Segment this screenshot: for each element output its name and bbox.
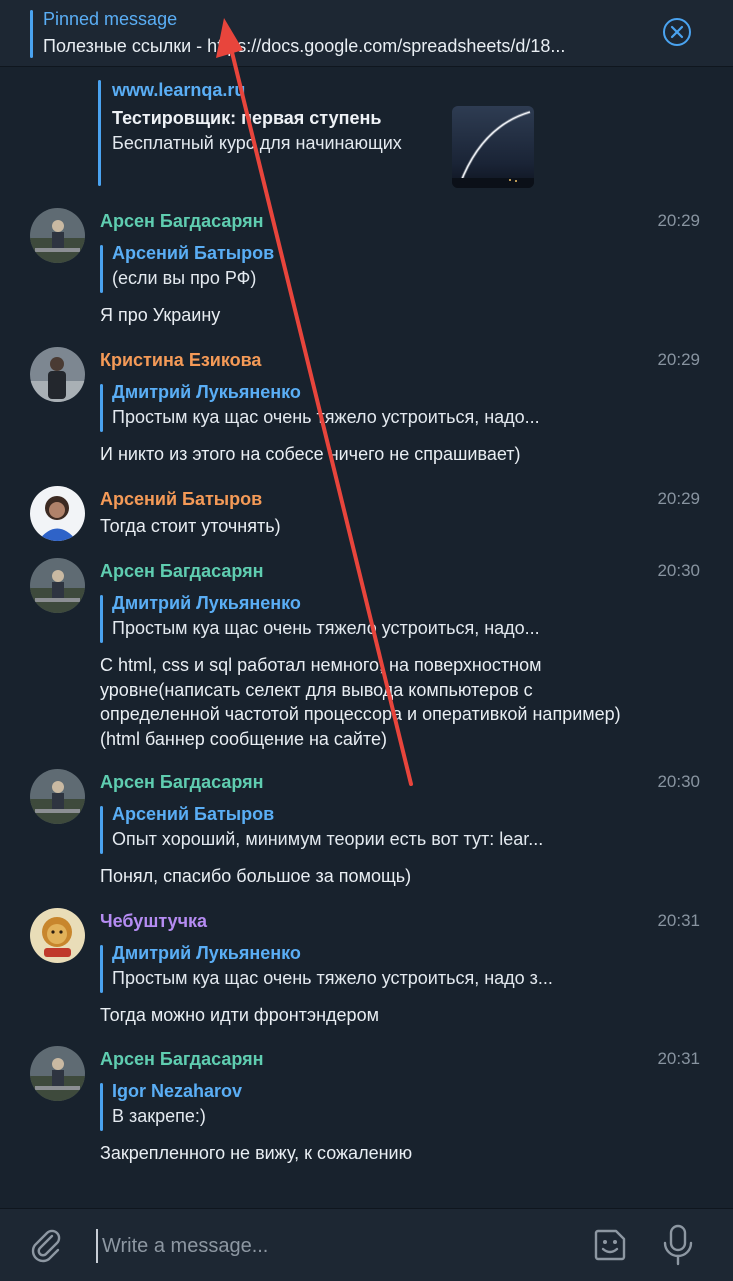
- reply-quote[interactable]: Дмитрий Лукьяненко Простым куа щас очень…: [100, 943, 610, 995]
- microphone-icon[interactable]: [660, 1223, 696, 1267]
- reply-bar: [100, 595, 103, 643]
- sticker-icon[interactable]: [590, 1225, 630, 1265]
- reply-author: Арсений Батыров: [112, 243, 275, 263]
- message-text: Тогда стоит уточнять): [100, 516, 281, 536]
- link-preview-title: Тестировщик: первая ступень: [112, 108, 382, 128]
- pinned-accent-bar: [30, 10, 33, 58]
- message-text: Я про Украину: [100, 305, 221, 325]
- message-time: 20:31: [657, 1049, 700, 1068]
- link-preview[interactable]: www.learnqa.ru Тестировщик: первая ступе…: [98, 78, 538, 188]
- link-preview-description: Бесплатный курс для начинающих: [112, 133, 402, 153]
- reply-author: Дмитрий Лукьяненко: [112, 382, 301, 402]
- close-circle-icon[interactable]: [662, 17, 692, 47]
- avatar[interactable]: [30, 347, 85, 402]
- reply-author: Igor Nezaharov: [112, 1081, 243, 1101]
- sender-name[interactable]: Арсен Багдасарян: [100, 561, 263, 582]
- reply-bar: [100, 384, 103, 432]
- message-time: 20:30: [657, 772, 700, 791]
- message-time: 20:29: [657, 211, 700, 230]
- sender-name[interactable]: Арсений Батыров: [100, 489, 262, 510]
- reply-quote[interactable]: Арсений Батыров (если вы про РФ): [100, 243, 610, 295]
- reply-quote[interactable]: Igor Nezaharov В закрепе:): [100, 1081, 610, 1133]
- reply-bar: [100, 1083, 103, 1131]
- reply-bar: [100, 945, 103, 993]
- message-time: 20:29: [657, 350, 700, 369]
- link-preview-bar: [98, 80, 101, 186]
- avatar[interactable]: [30, 908, 85, 963]
- pinned-title: Pinned message: [43, 9, 178, 29]
- pinned-message-bar[interactable]: Pinned message Полезные ссылки - https:/…: [0, 0, 733, 67]
- message-text: С html, css и sql работал немного, на по…: [100, 655, 621, 749]
- message-text: Понял, спасибо большое за помощь): [100, 866, 412, 886]
- message-time: 20:31: [657, 911, 700, 930]
- reply-author: Арсений Батыров: [112, 804, 275, 824]
- sender-name[interactable]: Арсен Багдасарян: [100, 211, 263, 232]
- sender-name[interactable]: Арсен Багдасарян: [100, 1049, 263, 1070]
- reply-text: (если вы про РФ): [112, 268, 257, 288]
- reply-text: В закрепе:): [112, 1106, 206, 1126]
- reply-quote[interactable]: Дмитрий Лукьяненко Простым куа щас очень…: [100, 593, 610, 645]
- message-composer: [0, 1208, 733, 1281]
- message-text: Тогда можно идти фронтэндером: [100, 1005, 379, 1025]
- sender-name[interactable]: Арсен Багдасарян: [100, 772, 263, 793]
- sender-name[interactable]: Чебуштучка: [100, 911, 207, 932]
- avatar[interactable]: [30, 208, 85, 263]
- message-text: Закрепленного не вижу, к сожалению: [100, 1143, 413, 1163]
- reply-quote[interactable]: Дмитрий Лукьяненко Простым куа щас очень…: [100, 382, 610, 434]
- reply-author: Дмитрий Лукьяненко: [112, 943, 301, 963]
- reply-author: Дмитрий Лукьяненко: [112, 593, 301, 613]
- avatar[interactable]: [30, 486, 85, 541]
- reply-text: Простым куа щас очень тяжело устроиться,…: [112, 407, 540, 427]
- reply-text: Опыт хороший, минимум теории есть вот ту…: [112, 829, 544, 849]
- reply-text: Простым куа щас очень тяжело устроиться,…: [112, 968, 553, 988]
- link-preview-site[interactable]: www.learnqa.ru: [112, 80, 245, 101]
- message-time: 20:30: [657, 561, 700, 580]
- avatar[interactable]: [30, 769, 85, 824]
- avatar[interactable]: [30, 1046, 85, 1101]
- avatar[interactable]: [30, 558, 85, 613]
- link-preview-thumbnail[interactable]: [452, 106, 534, 188]
- reply-bar: [100, 806, 103, 854]
- message-time: 20:29: [657, 489, 700, 508]
- reply-text: Простым куа щас очень тяжело устроиться,…: [112, 618, 540, 638]
- reply-bar: [100, 245, 103, 293]
- sender-name[interactable]: Кристина Езикова: [100, 350, 261, 371]
- pinned-text: Полезные ссылки - https://docs.google.co…: [43, 36, 566, 56]
- message-text: И никто из этого на собесе ничего не спр…: [100, 444, 521, 464]
- reply-quote[interactable]: Арсений Батыров Опыт хороший, минимум те…: [100, 804, 610, 856]
- message-input[interactable]: [96, 1229, 574, 1263]
- paperclip-icon[interactable]: [28, 1227, 64, 1263]
